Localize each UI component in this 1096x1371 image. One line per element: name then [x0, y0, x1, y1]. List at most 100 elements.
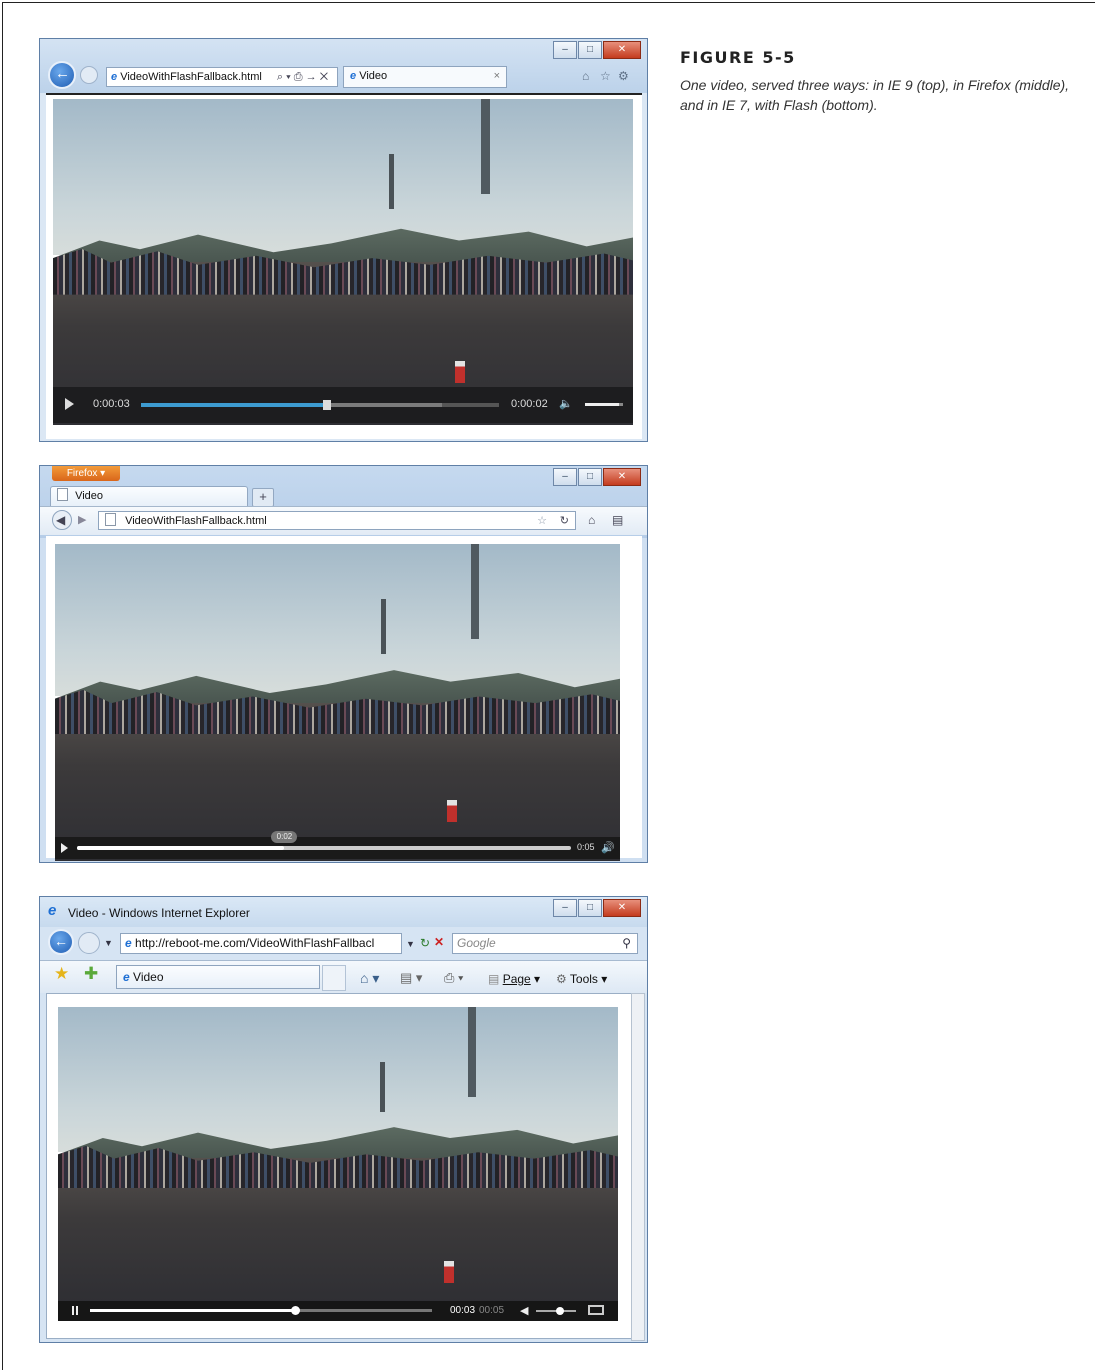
favorites-star-icon[interactable]: ★ — [54, 965, 69, 982]
video-tower-small — [381, 599, 386, 654]
maximize-button[interactable]: □ — [578, 899, 602, 917]
bookmarks-icon[interactable]: ▤ — [612, 513, 623, 527]
page-icon: ▤ — [488, 972, 500, 986]
page-icon — [57, 488, 68, 501]
tab-close-icon[interactable]: × — [494, 67, 500, 85]
ie-logo-icon: e — [125, 936, 132, 950]
tab-label: Video — [133, 970, 164, 984]
volume-slider[interactable] — [585, 403, 623, 406]
seek-thumb[interactable] — [291, 1306, 301, 1315]
address-dropdown-icon[interactable]: ▼ — [406, 937, 415, 951]
back-arrow-glyph: ← — [54, 933, 68, 949]
progress-bar — [77, 846, 285, 850]
seek-thumb[interactable] — [323, 400, 332, 410]
video-tower — [481, 99, 490, 194]
ie-logo-icon: e — [111, 71, 118, 83]
current-time: 0:00:03 — [93, 398, 130, 410]
seek-track[interactable] — [90, 1306, 432, 1315]
ie7-flash-controls: 00:03 00:05 ◀ — [58, 1301, 618, 1321]
minimize-button[interactable]: – — [553, 899, 577, 917]
search-icon[interactable]: ⚲ — [622, 934, 631, 953]
minimize-button[interactable]: – — [553, 41, 577, 59]
firefox-menu-button[interactable]: Firefox ▾ — [52, 466, 120, 481]
current-time: 00:03 — [450, 1305, 476, 1316]
ie9-window: – □ ✕ ← e VideoWithFlashFallback.html ⌕ … — [39, 38, 648, 442]
ie7-video-frame[interactable] — [58, 1007, 618, 1309]
close-button[interactable]: ✕ — [603, 468, 641, 486]
new-tab-button[interactable]: + — [252, 488, 274, 507]
refresh-icon[interactable]: ↻ — [560, 512, 569, 529]
page-menu[interactable]: ▤ Page ▾ — [488, 972, 540, 986]
search-input[interactable]: Google ⚲ — [452, 933, 638, 954]
search-placeholder: Google — [457, 936, 496, 950]
figure-caption-text: One video, served three ways: in IE 9 (t… — [680, 77, 1070, 113]
gear-icon: ⚙ — [556, 972, 567, 986]
minimize-button[interactable]: – — [553, 468, 577, 486]
fullscreen-icon[interactable] — [588, 1305, 604, 1315]
address-text: http://reboot-me.com/VideoWithFlashFallb… — [135, 936, 375, 950]
remaining-time: 0:00:02 — [511, 398, 548, 410]
ie9-video-frame[interactable] — [53, 99, 633, 425]
pause-icon[interactable] — [72, 1306, 78, 1315]
page-icon — [105, 513, 116, 526]
back-arrow-glyph: ← — [55, 65, 70, 82]
recent-pages-icon[interactable]: ▼ — [104, 936, 113, 950]
video-sky — [55, 544, 620, 697]
seek-track[interactable] — [141, 400, 499, 410]
volume-icon[interactable]: 🔊 — [601, 841, 615, 855]
firefox-tab-video[interactable]: Video — [50, 486, 248, 506]
gear-icon[interactable]: ⚙ — [618, 69, 629, 83]
ie9-tab-video[interactable]: e Video × — [343, 66, 507, 88]
play-icon[interactable] — [65, 398, 74, 410]
play-icon[interactable] — [61, 843, 68, 853]
volume-level — [585, 403, 620, 406]
forward-arrow-icon[interactable] — [78, 932, 100, 954]
tools-menu[interactable]: ⚙ Tools ▾ — [556, 972, 607, 986]
close-button[interactable]: ✕ — [603, 41, 641, 59]
home-icon[interactable]: ⌂ — [582, 69, 589, 83]
stop-icon[interactable]: ✕ — [434, 935, 444, 949]
forward-arrow-icon[interactable] — [80, 66, 98, 84]
ie7-window-controls: – □ ✕ — [553, 899, 641, 917]
seek-track[interactable]: 0:02 — [77, 831, 571, 850]
progress-bar — [141, 403, 328, 407]
firefox-video-frame[interactable] — [55, 544, 620, 861]
ie9-window-controls: – □ ✕ — [553, 41, 641, 59]
maximize-button[interactable]: □ — [578, 41, 602, 59]
video-tower — [471, 544, 479, 639]
volume-icon[interactable]: 🔈 — [559, 397, 573, 411]
refresh-icon[interactable]: ↻ — [420, 936, 430, 950]
add-favorites-icon[interactable]: ✚ — [84, 965, 98, 982]
close-button[interactable]: ✕ — [603, 899, 641, 917]
home-icon[interactable]: ⌂ ▾ — [360, 971, 379, 985]
volume-icon[interactable]: ◀ — [520, 1304, 528, 1318]
address-text: VideoWithFlashFallback.html — [125, 515, 267, 527]
ie-logo-icon: e — [123, 970, 130, 984]
video-cup — [455, 361, 465, 383]
volume-slider[interactable] — [536, 1307, 576, 1315]
star-icon[interactable]: ☆ — [600, 69, 611, 83]
firefox-window-controls: – □ ✕ — [553, 468, 641, 486]
address-controls[interactable]: ⌕ ▾ ⎙ → ✕ — [277, 71, 328, 83]
home-icon[interactable]: ⌂ — [588, 513, 595, 527]
firefox-address-bar[interactable]: VideoWithFlashFallback.html ☆ ↻ — [98, 511, 576, 530]
forward-arrow-icon[interactable]: ▶ — [78, 513, 86, 527]
figure-caption: FIGURE 5-5 One video, served three ways:… — [680, 48, 1080, 115]
star-icon[interactable]: ☆ — [537, 512, 547, 529]
volume-thumb[interactable] — [556, 1307, 564, 1315]
vertical-scrollbar[interactable] — [631, 993, 645, 1341]
ie9-address-bar[interactable]: e VideoWithFlashFallback.html ⌕ ▾ ⎙ → ✕ — [106, 67, 338, 87]
video-tower-small — [389, 154, 394, 209]
rss-icon[interactable]: ▤ ▾ — [400, 971, 422, 985]
maximize-button[interactable]: □ — [578, 468, 602, 486]
video-tower — [468, 1007, 476, 1097]
window-title: Video - Windows Internet Explorer — [68, 906, 250, 920]
print-icon[interactable]: ⎙ ▾ — [444, 971, 463, 985]
ie7-tab-video[interactable]: e Video — [116, 965, 320, 989]
back-arrow-glyph: ◀ — [56, 513, 66, 527]
ie-logo-icon: e — [350, 70, 357, 82]
new-tab-slot[interactable] — [322, 965, 346, 991]
ie9-video-controls: 0:00:03 0:00:02 🔈 — [53, 387, 633, 423]
time-tooltip: 0:02 — [271, 831, 298, 843]
ie7-address-bar[interactable]: e http://reboot-me.com/VideoWithFlashFal… — [120, 933, 402, 954]
